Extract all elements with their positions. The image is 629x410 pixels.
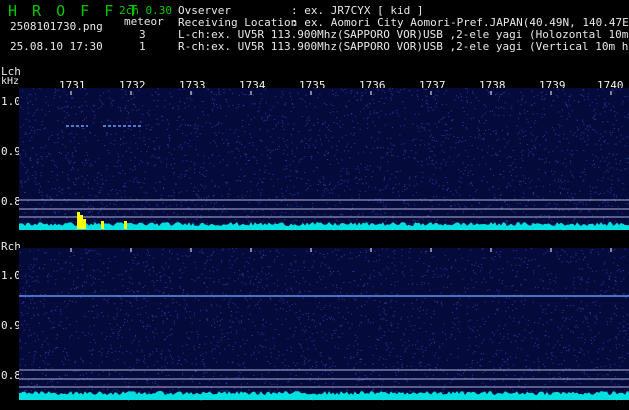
rch-spectrogram [19,248,629,401]
meteor-peak [80,215,83,229]
meteor-peak [124,221,127,229]
spectrogram-graphics [19,88,629,401]
meteor-peak [83,219,86,229]
spectrogram-background [19,248,629,400]
meteor-peak [77,212,80,229]
lch-spectrogram [19,88,629,231]
hrofft-window: H R O F F T 2ch 0.30 2508101730.png 25.0… [0,0,629,410]
meteor-peak [101,221,104,229]
